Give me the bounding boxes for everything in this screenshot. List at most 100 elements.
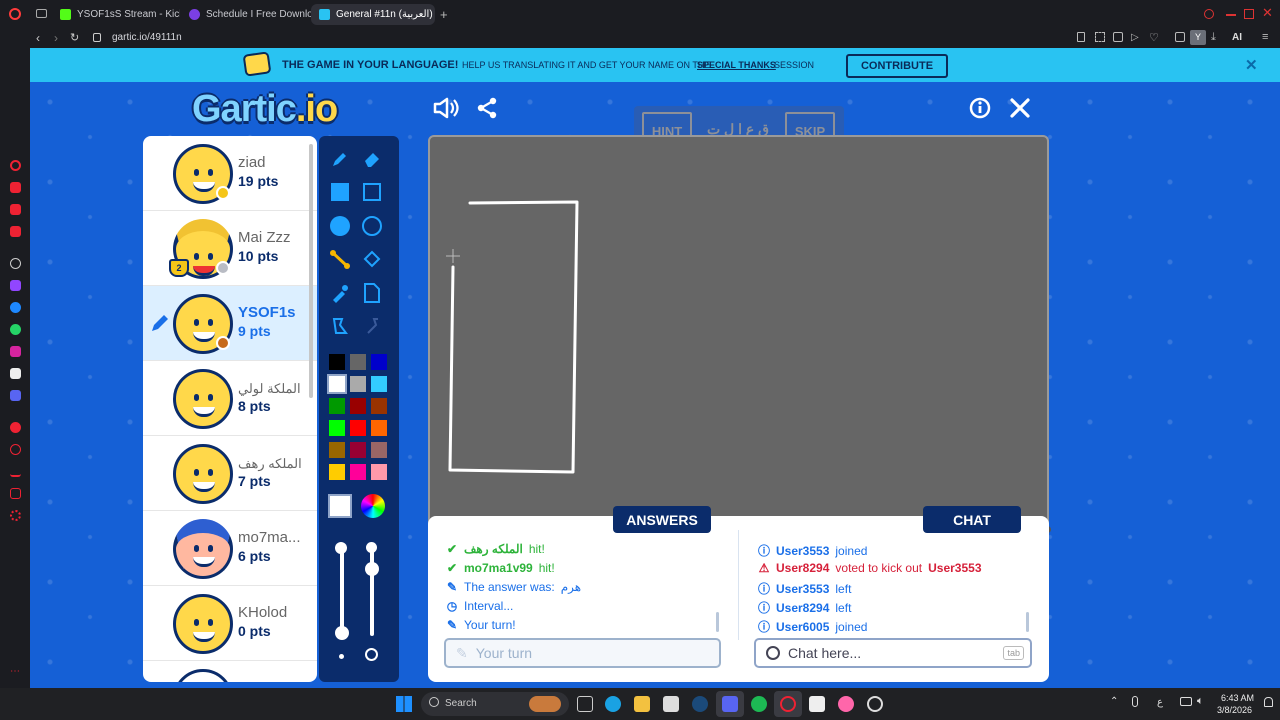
color-wheel-icon[interactable]	[361, 494, 385, 518]
color-swatch[interactable]	[371, 354, 387, 370]
reload-icon[interactable]: ↻	[70, 31, 79, 44]
sidebar-extensions-icon[interactable]	[10, 488, 21, 499]
camera-icon[interactable]: ▷	[1131, 32, 1139, 43]
contribute-button[interactable]: CONTRIBUTE	[846, 54, 948, 78]
new-tab-button[interactable]: +	[440, 7, 448, 22]
sidebar-opera-icon[interactable]	[10, 160, 21, 171]
ai-button[interactable]: AI	[1232, 32, 1242, 43]
size-slider[interactable]	[340, 546, 344, 636]
tab-overview-icon[interactable]	[36, 9, 47, 18]
new-page-tool-icon[interactable]	[360, 281, 384, 305]
share-icon[interactable]	[472, 93, 502, 123]
color-swatch[interactable]	[350, 354, 366, 370]
sidebar-discord-icon[interactable]	[10, 390, 21, 401]
circle-tool-icon[interactable]	[360, 214, 384, 238]
color-swatch[interactable]	[371, 464, 387, 480]
sidebar-twitch-icon[interactable]	[10, 280, 21, 291]
banner-close-icon[interactable]: ✕	[1245, 56, 1258, 74]
eraser-tool-icon[interactable]	[360, 147, 384, 171]
color-swatch[interactable]	[329, 464, 345, 480]
info-icon[interactable]	[965, 93, 995, 123]
drawing-canvas[interactable]	[428, 135, 1049, 546]
current-color-swatch[interactable]	[328, 494, 352, 518]
language-indicator[interactable]: ع	[1157, 697, 1163, 708]
color-swatch[interactable]	[350, 464, 366, 480]
window-search-icon[interactable]	[1204, 9, 1214, 19]
opacity-slider-handle[interactable]	[365, 562, 379, 576]
file-explorer-icon[interactable]	[634, 696, 650, 712]
epic-games-icon[interactable]	[809, 696, 825, 712]
tab-schedule-download[interactable]: Schedule I Free Download	[181, 4, 311, 25]
edge-icon[interactable]	[605, 696, 621, 712]
forward-icon[interactable]: ›	[54, 31, 58, 45]
pencil-tool-icon[interactable]	[328, 147, 352, 171]
eyedropper-tool-icon[interactable]	[328, 281, 352, 305]
menu-icon[interactable]: ≡	[1262, 31, 1268, 43]
network-icon[interactable]	[1180, 697, 1192, 706]
chat-input[interactable]: Chat here... tab	[754, 638, 1032, 668]
redo-tool-icon[interactable]	[360, 314, 384, 338]
sidebar-music-icon[interactable]	[10, 422, 21, 433]
extensions-icon[interactable]	[1175, 32, 1185, 42]
clock-date[interactable]: 3/8/2026	[1217, 705, 1252, 715]
chat-scrollbar[interactable]	[1026, 612, 1029, 632]
notification-bell-icon[interactable]	[1264, 697, 1273, 707]
task-view-icon[interactable]	[577, 696, 593, 712]
clock-time[interactable]: 6:43 AM	[1221, 693, 1254, 703]
sidebar-chatgpt-icon[interactable]	[10, 258, 21, 269]
color-swatch[interactable]	[371, 376, 387, 392]
sidebar-shop-icon[interactable]	[10, 182, 21, 193]
color-swatch[interactable]	[371, 398, 387, 414]
color-swatch[interactable]	[329, 442, 345, 458]
back-icon[interactable]: ‹	[36, 31, 40, 45]
sidebar-instagram-icon[interactable]	[10, 346, 21, 357]
color-swatch[interactable]	[350, 420, 366, 436]
color-swatch[interactable]	[371, 420, 387, 436]
sidebar-settings-icon[interactable]	[10, 510, 21, 521]
opera-gx-icon[interactable]	[780, 696, 796, 712]
sidebar-more-icon[interactable]: ⋯	[10, 667, 21, 679]
discord-icon[interactable]	[722, 696, 738, 712]
color-swatch[interactable]	[350, 398, 366, 414]
rect-tool-icon[interactable]	[360, 180, 384, 204]
tab-gartic[interactable]: General #11n (العربية) - Gar	[311, 4, 435, 25]
osu-icon[interactable]	[838, 696, 854, 712]
pin-icon[interactable]	[1077, 32, 1085, 42]
minimize-icon[interactable]	[1226, 14, 1236, 16]
filled-circle-tool-icon[interactable]	[328, 214, 352, 238]
line-tool-icon[interactable]	[328, 247, 352, 271]
chat-title[interactable]: CHAT	[923, 506, 1021, 533]
undo-tool-icon[interactable]	[328, 314, 352, 338]
snapshot-icon[interactable]	[1095, 32, 1105, 42]
opacity-slider[interactable]	[370, 546, 374, 636]
sidebar-tiktok-icon[interactable]	[10, 368, 21, 379]
opera-logo-icon[interactable]	[9, 8, 21, 20]
sidebar-video-icon[interactable]	[10, 226, 21, 237]
special-thanks-link[interactable]: SPECIAL THANKS	[697, 60, 776, 70]
tab-kick-stream[interactable]: YSOF1sS Stream - Kick De	[52, 4, 180, 25]
sidebar-whatsapp-icon[interactable]	[10, 324, 21, 335]
maximize-icon[interactable]	[1244, 9, 1254, 19]
sidebar-messages-icon[interactable]	[10, 204, 21, 215]
close-window-icon[interactable]: ✕	[1262, 5, 1273, 21]
filled-rect-tool-icon[interactable]	[328, 180, 352, 204]
answers-title[interactable]: ANSWERS	[613, 506, 711, 533]
color-swatch[interactable]	[329, 354, 345, 370]
size-slider-handle[interactable]	[335, 626, 349, 640]
download-icon[interactable]: ⤓	[1211, 31, 1216, 44]
windows-start-icon[interactable]	[396, 696, 412, 712]
heart-icon[interactable]: ♡	[1149, 31, 1159, 44]
taskbar-search[interactable]: Search	[421, 692, 569, 716]
color-swatch[interactable]	[329, 420, 345, 436]
steam-icon[interactable]	[692, 696, 708, 712]
sound-icon[interactable]	[431, 93, 461, 123]
color-swatch[interactable]	[371, 442, 387, 458]
close-game-icon[interactable]	[1005, 93, 1035, 123]
player-list-scrollbar[interactable]	[309, 144, 313, 398]
microphone-icon[interactable]	[1132, 696, 1138, 707]
spotify-icon[interactable]	[751, 696, 767, 712]
obs-icon[interactable]	[867, 696, 883, 712]
answers-scrollbar[interactable]	[716, 612, 719, 632]
color-swatch[interactable]	[329, 398, 345, 414]
color-swatch[interactable]	[350, 442, 366, 458]
